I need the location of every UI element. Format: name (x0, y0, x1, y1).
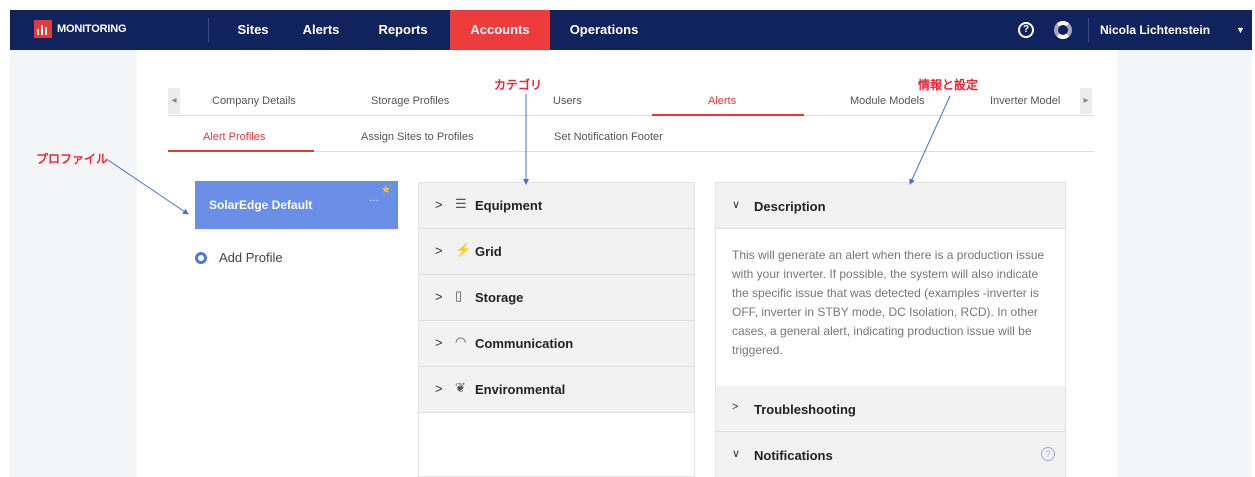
chevron-right-icon: > (435, 243, 443, 258)
annotation-profile: プロファイル (36, 152, 109, 166)
tab-alert-profiles[interactable]: Alert Profiles (203, 124, 265, 152)
troubleshooting-label: Troubleshooting (754, 402, 856, 417)
notifications-header[interactable]: ∨ Notifications ? (716, 432, 1065, 477)
category-panel: > ☰ Equipment > ⚡ Grid > ▯ Storage > ◠ C… (418, 182, 695, 477)
chevron-right-icon: > (435, 335, 443, 350)
brand[interactable]: MONITORING (34, 20, 126, 38)
nav-accounts[interactable]: Accounts (450, 10, 550, 50)
brand-label: MONITORING (57, 23, 127, 35)
chevron-right-icon: > (435, 197, 443, 212)
grid-tower-icon: ⚡ (455, 242, 472, 257)
tab-company-details[interactable]: Company Details (212, 88, 296, 116)
nav-operations[interactable]: Operations (562, 10, 646, 50)
star-icon: ★ (381, 184, 391, 196)
chevron-down-icon: ∨ (732, 448, 741, 460)
battery-icon: ▯ (455, 288, 463, 303)
left-gutter (10, 50, 137, 477)
category-environmental[interactable]: > ❦ Environmental (419, 367, 694, 413)
more-options-icon[interactable]: ··· (369, 195, 379, 206)
category-grid[interactable]: > ⚡ Grid (419, 229, 694, 275)
nav-reports[interactable]: Reports (368, 10, 438, 50)
nav-sites[interactable]: Sites (228, 10, 278, 50)
help-icon[interactable]: ? (1041, 447, 1055, 461)
nav-alerts[interactable]: Alerts (296, 10, 346, 50)
category-label: Communication (475, 336, 574, 351)
monitoring-logo-icon (34, 20, 52, 38)
add-profile-button[interactable]: Add Profile (195, 250, 283, 265)
profile-name: SolarEdge Default (209, 198, 313, 212)
add-profile-label: Add Profile (219, 250, 283, 265)
top-nav-bar: MONITORING Sites Alerts Reports Accounts… (10, 10, 1252, 50)
category-equipment[interactable]: > ☰ Equipment (419, 183, 694, 229)
chevron-down-icon: ∨ (732, 199, 741, 211)
tab-alerts[interactable]: Alerts (708, 88, 736, 116)
tab-users[interactable]: Users (553, 88, 582, 116)
annotation-category: カテゴリ (494, 78, 543, 92)
category-label: Grid (475, 244, 502, 259)
category-label: Storage (475, 290, 524, 305)
nav-divider (208, 18, 209, 42)
tab-active-indicator (652, 114, 804, 116)
wifi-icon: ◠ (455, 334, 467, 349)
category-communication[interactable]: > ◠ Communication (419, 321, 694, 367)
description-header[interactable]: ∨ Description (716, 183, 1065, 229)
category-label: Equipment (475, 198, 543, 213)
secondary-tabs: Alert Profiles Assign Sites to Profiles … (168, 124, 1094, 152)
equipment-icon: ☰ (455, 196, 467, 211)
chevron-right-icon: > (732, 401, 739, 413)
category-storage[interactable]: > ▯ Storage (419, 275, 694, 321)
chevron-right-icon: > (435, 381, 443, 396)
right-gutter (1117, 50, 1252, 477)
add-circle-icon (195, 251, 207, 264)
user-menu[interactable]: Nicola Lichtenstein (1100, 10, 1210, 50)
chevron-right-icon: > (435, 289, 443, 304)
chevron-down-icon[interactable]: ▼ (1236, 10, 1245, 50)
scroll-right-icon[interactable]: ▸ (1080, 88, 1092, 114)
annotation-info: 情報と設定 (918, 78, 979, 92)
profile-card-default[interactable]: SolarEdge Default ··· ★ (195, 181, 398, 229)
help-icon[interactable]: ? (1018, 22, 1034, 38)
info-settings-panel: ∨ Description This will generate an aler… (715, 182, 1066, 477)
tab-notification-footer[interactable]: Set Notification Footer (554, 124, 663, 152)
tab-inverter-model[interactable]: Inverter Model (990, 88, 1060, 116)
description-text: This will generate an alert when there i… (732, 248, 1045, 357)
support-lifebuoy-icon[interactable] (1054, 21, 1072, 39)
nav-divider (1088, 18, 1089, 42)
category-label: Environmental (475, 382, 566, 397)
tab-module-models[interactable]: Module Models (850, 88, 925, 116)
scroll-left-icon[interactable]: ◂ (168, 88, 180, 114)
notifications-label: Notifications (754, 448, 833, 463)
leaf-icon: ❦ (455, 380, 466, 395)
tab-assign-sites[interactable]: Assign Sites to Profiles (361, 124, 474, 152)
tab-active-indicator (168, 150, 314, 152)
tab-storage-profiles[interactable]: Storage Profiles (371, 88, 449, 116)
description-label: Description (754, 199, 826, 214)
troubleshooting-header[interactable]: > Troubleshooting (716, 386, 1065, 432)
